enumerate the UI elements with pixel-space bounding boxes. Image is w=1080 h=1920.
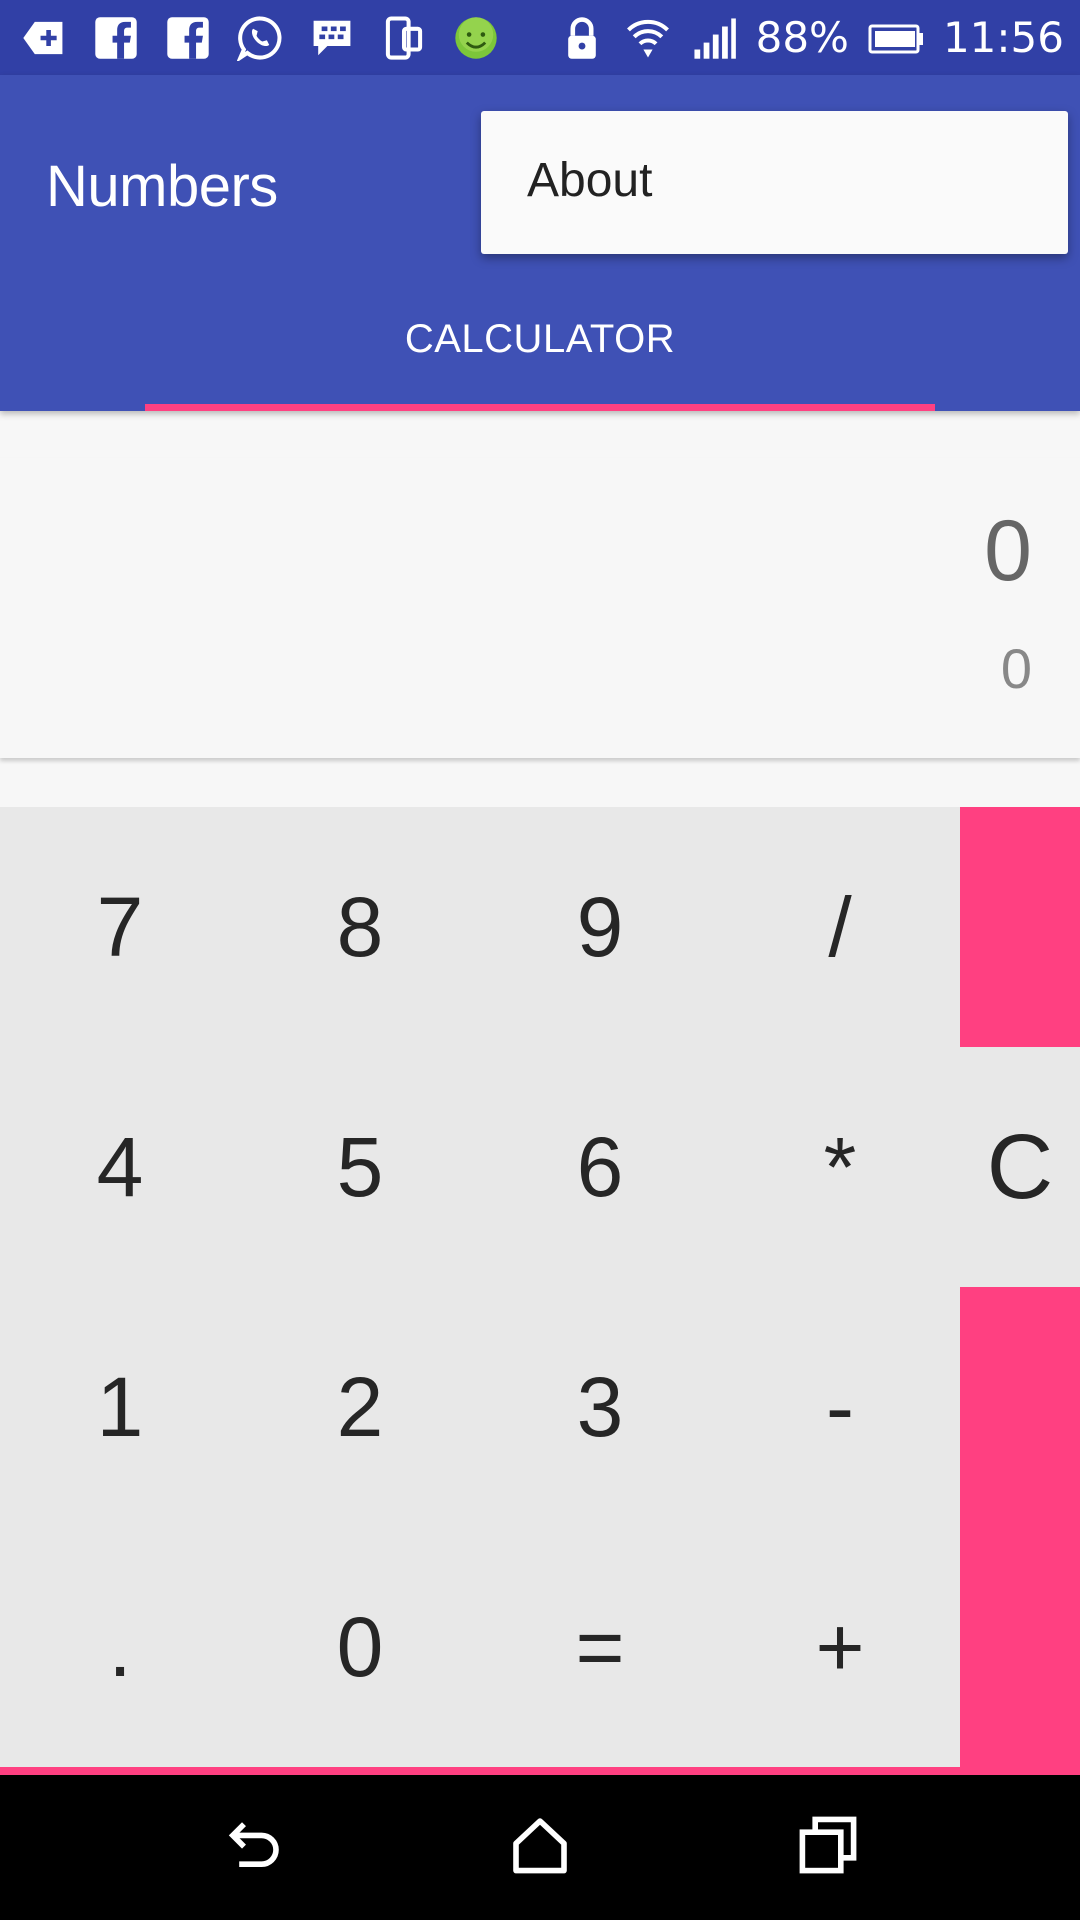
home-icon[interactable] bbox=[500, 1805, 580, 1885]
key-2[interactable]: 2 bbox=[240, 1287, 480, 1527]
bbm-icon bbox=[308, 14, 356, 62]
key-add[interactable]: + bbox=[720, 1527, 960, 1767]
signal-icon bbox=[690, 14, 738, 62]
clock: 11:56 bbox=[942, 13, 1064, 62]
key-7[interactable]: 7 bbox=[0, 807, 240, 1047]
battery-icon bbox=[867, 14, 925, 62]
phone-icon bbox=[380, 14, 428, 62]
notification-icons bbox=[20, 0, 500, 75]
facebook-icon bbox=[92, 14, 140, 62]
key-0[interactable]: 0 bbox=[240, 1527, 480, 1767]
battery-percent: 88% bbox=[755, 13, 849, 62]
lock-icon bbox=[558, 14, 606, 62]
wifi-icon bbox=[624, 14, 672, 62]
navigation-bar bbox=[0, 1775, 1080, 1920]
key-divide[interactable]: / bbox=[720, 807, 960, 1047]
tab-calculator[interactable]: CALCULATOR bbox=[145, 305, 935, 411]
key-8[interactable]: 8 bbox=[240, 807, 480, 1047]
recents-icon[interactable] bbox=[788, 1805, 868, 1885]
key-1[interactable]: 1 bbox=[0, 1287, 240, 1527]
key-6[interactable]: 6 bbox=[480, 1047, 720, 1287]
expression-display: 0 bbox=[984, 503, 1032, 599]
key-3[interactable]: 3 bbox=[480, 1287, 720, 1527]
clear-button[interactable]: C bbox=[960, 1047, 1080, 1287]
overflow-menu: About bbox=[481, 111, 1068, 254]
result-display: 0 bbox=[1000, 637, 1032, 700]
calculator-display: 0 0 bbox=[0, 458, 1080, 758]
key-5[interactable]: 5 bbox=[240, 1047, 480, 1287]
key-9[interactable]: 9 bbox=[480, 807, 720, 1047]
accent-strip bbox=[0, 1767, 960, 1775]
tab-indicator bbox=[145, 404, 935, 411]
smiley-icon bbox=[452, 14, 500, 62]
key-decimal[interactable]: . bbox=[0, 1527, 240, 1767]
side-panel bbox=[960, 807, 1080, 1775]
key-subtract[interactable]: - bbox=[720, 1287, 960, 1527]
back-icon[interactable] bbox=[212, 1805, 292, 1885]
facebook-icon bbox=[164, 14, 212, 62]
keypad: 7 8 9 / 4 5 6 * 1 2 3 - . 0 = + bbox=[0, 807, 960, 1767]
key-4[interactable]: 4 bbox=[0, 1047, 240, 1287]
notification-icon bbox=[20, 14, 68, 62]
key-equals[interactable]: = bbox=[480, 1527, 720, 1767]
system-status: 88% 11:56 bbox=[558, 0, 1064, 75]
whatsapp-icon bbox=[236, 14, 284, 62]
key-multiply[interactable]: * bbox=[720, 1047, 960, 1287]
app-title: Numbers bbox=[46, 154, 278, 219]
menu-item-about[interactable]: About bbox=[527, 153, 652, 208]
status-bar: 88% 11:56 bbox=[0, 0, 1080, 75]
